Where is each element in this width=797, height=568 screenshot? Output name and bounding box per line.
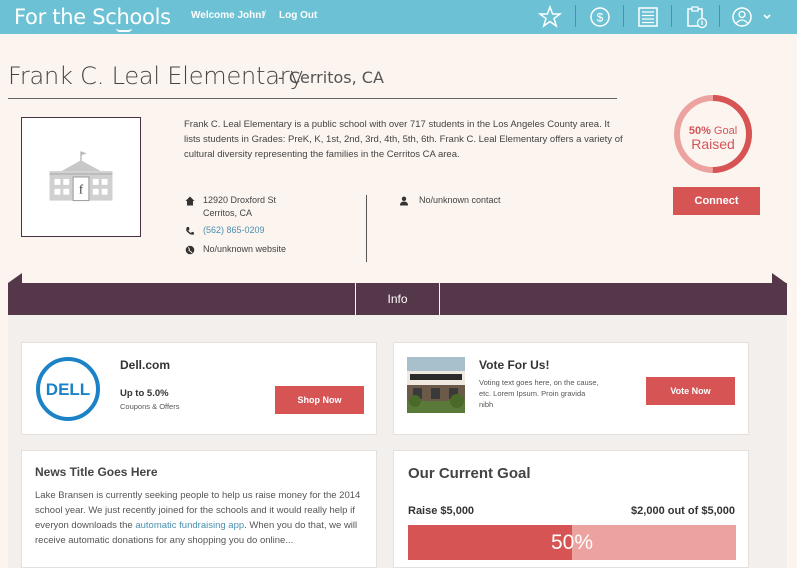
person-icon: [400, 196, 408, 206]
list-icon[interactable]: [635, 4, 661, 30]
raise-progress-label: $2,000 out of $5,000: [631, 505, 735, 517]
tabbar-left-corner: [8, 273, 22, 283]
goal-progress-bar: 50%: [408, 525, 736, 560]
globe-icon: [185, 245, 195, 255]
school-contact: No/unknown contact: [419, 195, 501, 205]
goal-progress-percent: 50%: [550, 531, 594, 554]
phone-icon: [186, 227, 194, 235]
current-goal-card: Our Current Goal Raise $5,000 $2,000 out…: [393, 450, 749, 568]
tabbar-right-corner: [772, 273, 786, 283]
nav-divider: [719, 5, 720, 27]
title-divider: [8, 98, 617, 99]
address-line1: 12920 Droxford St: [203, 195, 277, 205]
school-description: Frank C. Leal Elementary is a public sch…: [184, 119, 623, 160]
school-city: - Cerritos, CA: [278, 68, 384, 87]
clipboard-icon[interactable]: [683, 4, 709, 30]
dollar-icon[interactable]: $: [587, 4, 613, 30]
news-title: News Title Goes Here: [35, 465, 158, 479]
logout-link[interactable]: Log Out: [279, 10, 317, 21]
news-card: News Title Goes Here Lake Bransen is cur…: [21, 450, 377, 568]
svg-text:$: $: [597, 11, 604, 25]
connect-button[interactable]: Connect: [673, 187, 760, 215]
vote-title: Vote For Us!: [479, 358, 550, 372]
chevron-down-icon[interactable]: [760, 4, 774, 30]
vote-card: Vote For Us! Voting text goes here, on t…: [393, 342, 749, 435]
dell-logo: DELL: [36, 357, 100, 421]
user-icon[interactable]: [729, 4, 755, 30]
news-body: Lake Bransen is currently seeking people…: [35, 488, 370, 548]
vote-now-button[interactable]: Vote Now: [646, 377, 735, 405]
logo-smile-mark: [116, 28, 132, 32]
raise-target-label: Raise $5,000: [408, 505, 475, 517]
goal-badge-raised: Raised: [691, 136, 735, 152]
school-building-icon: f: [49, 151, 113, 202]
contact-divider: [366, 195, 367, 262]
school-name: Frank C. Leal Elementary: [8, 62, 304, 90]
shop-now-button[interactable]: Shop Now: [275, 386, 364, 414]
svg-text:DELL: DELL: [46, 380, 90, 399]
fundraising-app-link[interactable]: automatic fundraising app: [135, 520, 244, 531]
tab-info[interactable]: Info: [355, 283, 440, 315]
current-goal-title: Our Current Goal: [408, 465, 531, 482]
home-icon: [185, 196, 195, 206]
school-image: f: [21, 117, 141, 237]
school-photo: [407, 357, 465, 413]
school-phone-link[interactable]: (562) 865-0209: [203, 225, 265, 235]
nav-divider: [671, 5, 672, 27]
star-icon[interactable]: [537, 4, 563, 30]
dell-subtitle: Coupons & Offers: [120, 402, 180, 411]
dell-rate: Up to 5.0%: [120, 388, 169, 399]
dell-title: Dell.com: [120, 358, 171, 372]
nav-separator: /: [263, 10, 266, 21]
address-line2: Cerritos, CA: [203, 208, 253, 218]
vote-body: Voting text goes here, on the cause, etc…: [479, 378, 599, 409]
site-logo[interactable]: For the Schools: [14, 5, 171, 29]
nav-divider: [575, 5, 576, 27]
nav-divider: [623, 5, 624, 27]
welcome-message: Welcome John!: [191, 10, 265, 21]
dell-offer-card: DELL Dell.com Up to 5.0% Coupons & Offer…: [21, 342, 377, 435]
svg-text:f: f: [79, 183, 84, 197]
school-website: No/unknown website: [203, 244, 287, 254]
